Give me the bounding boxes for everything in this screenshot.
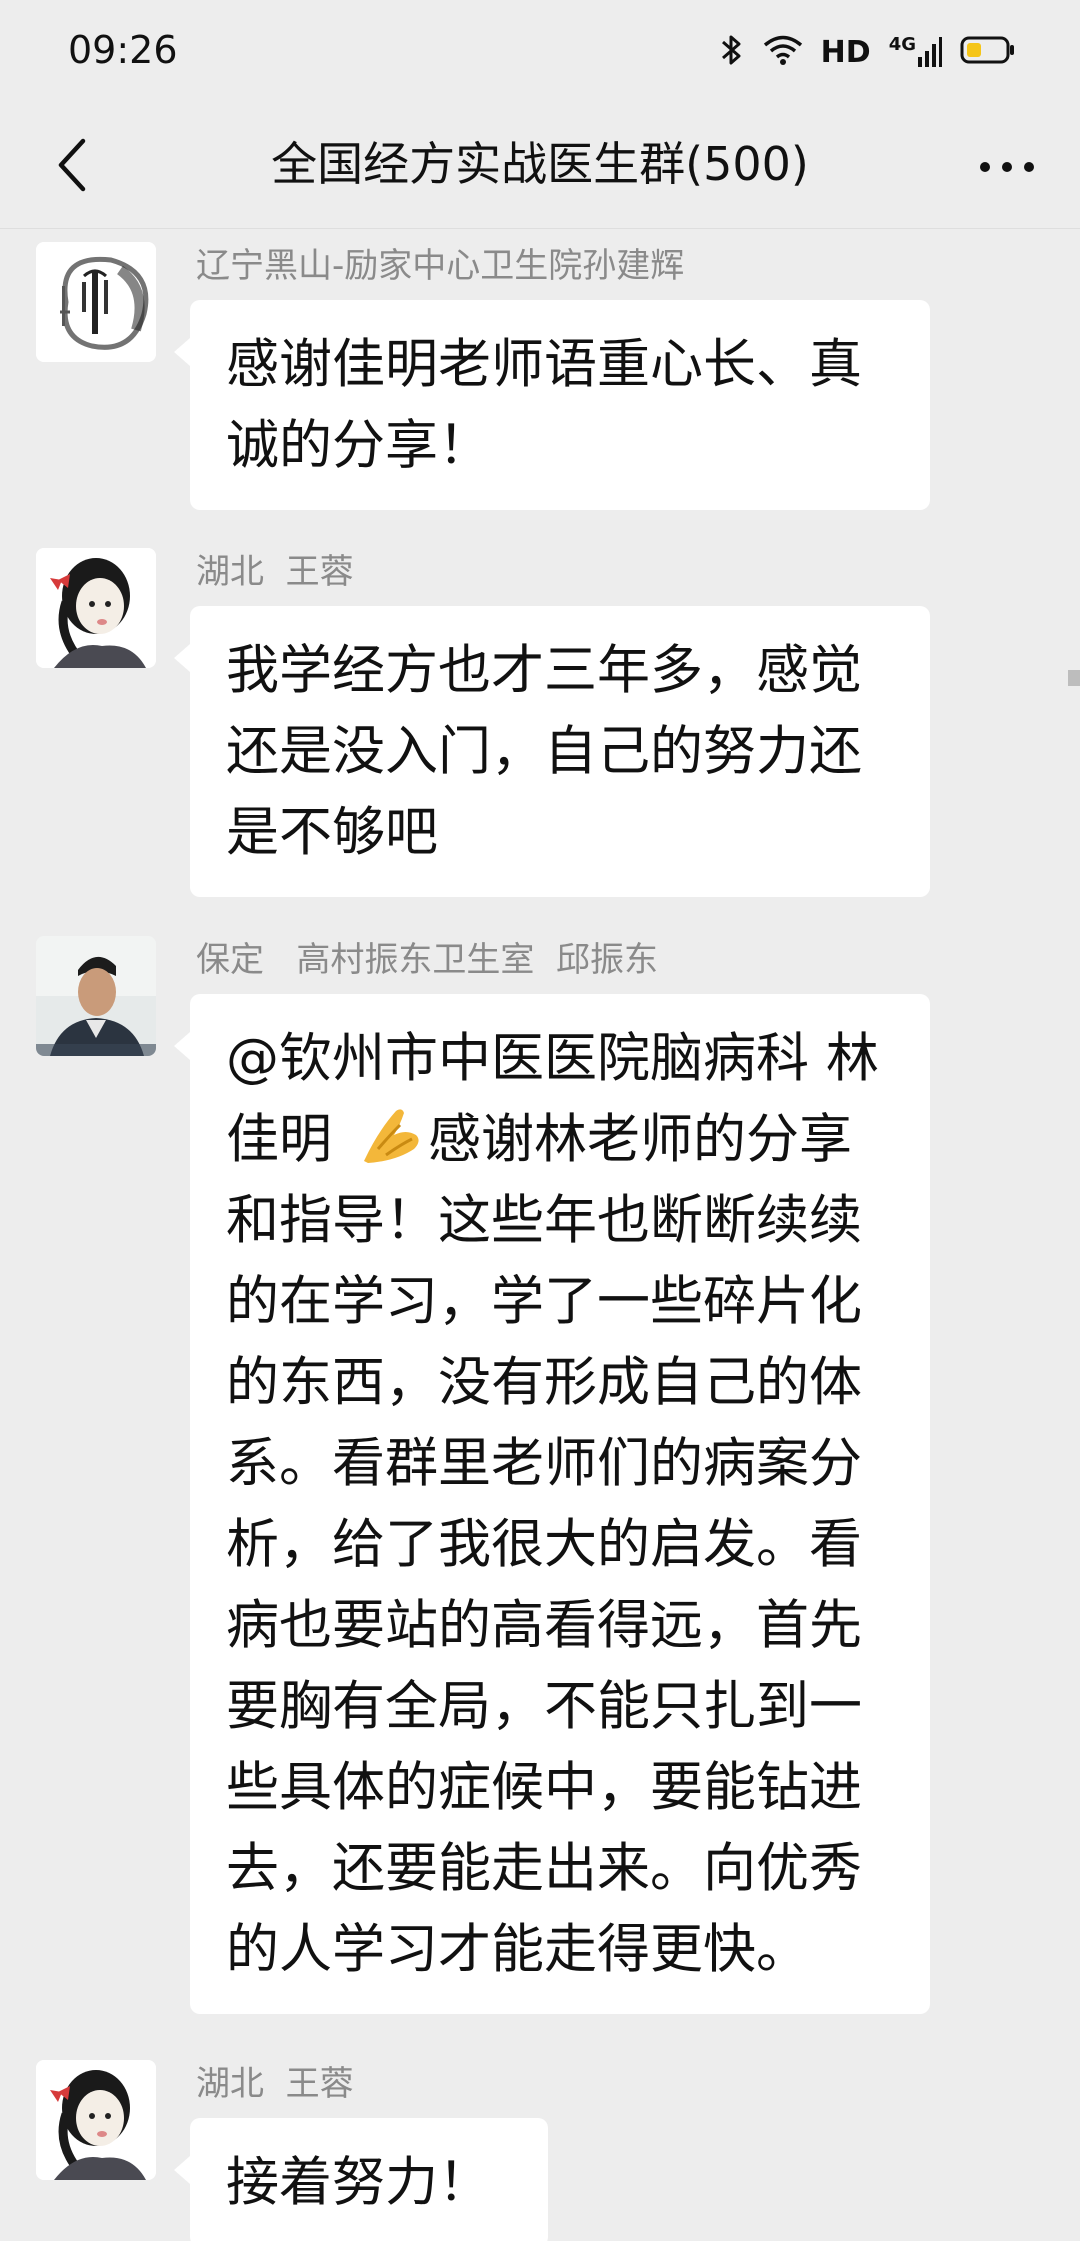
more-dots-icon [980,162,1034,172]
avatar[interactable] [36,2060,156,2180]
message-bubble[interactable]: @钦州市中医医院脑病科 林佳明 感谢林老师的分享和指导！这些年也断断续续的在学习，… [174,994,930,2014]
sender-name: 辽宁黑山-励家中心卫生院孙建辉 [196,246,685,286]
message-text: 感谢佳明老师语重心长、真诚的分享！ [226,334,862,476]
message-text: 接着努力！ [226,2152,491,2213]
avatar[interactable] [36,936,156,1056]
back-arrow-icon [58,138,86,192]
bluetooth-icon [719,32,745,72]
avatar[interactable] [36,242,156,362]
wifi-icon [763,34,803,70]
back-button[interactable] [38,130,108,200]
message-text: 感谢林老师的分享和指导！这些年也断断续续的在学习，学了一些碎片化的东西，没有形成… [226,1109,862,1980]
praying-hands-icon [356,1105,424,1165]
hd-label: HD [820,34,871,70]
sender-name: 湖北 王蓉 [196,2064,354,2104]
sender-name: 保定 高村振东卫生室 邱振东 [196,940,659,980]
more-options-button[interactable] [972,132,1042,202]
status-time: 09:26 [68,28,178,72]
sender-name: 湖北 王蓉 [196,552,354,592]
scrollbar-indicator[interactable] [1068,670,1080,686]
signal-icon: 4G [888,34,942,67]
message-bubble[interactable]: 感谢佳明老师语重心长、真诚的分享！ [174,300,930,510]
status-bar: 09:26 HD 4G [0,0,1080,108]
status-icons: HD 4G [719,32,1016,72]
battery-icon [960,35,1016,69]
network-type-label: 4G [888,34,916,55]
message-bubble[interactable]: 我学经方也才三年多，感觉还是没入门，自己的努力还是不够吧 [174,606,930,897]
chat-screen: 09:26 HD 4G 全国经方实战医生群(500) 辽宁黑山-励家中心卫生院孙… [0,0,1080,2241]
avatar[interactable] [36,548,156,668]
message-text: 我学经方也才三年多，感觉还是没入门，自己的努力还是不够吧 [226,640,862,863]
chat-header: 全国经方实战医生群(500) [0,108,1080,229]
chat-title: 全国经方实战医生群(500) [271,137,809,191]
message-bubble[interactable]: 接着努力！ [174,2118,548,2241]
